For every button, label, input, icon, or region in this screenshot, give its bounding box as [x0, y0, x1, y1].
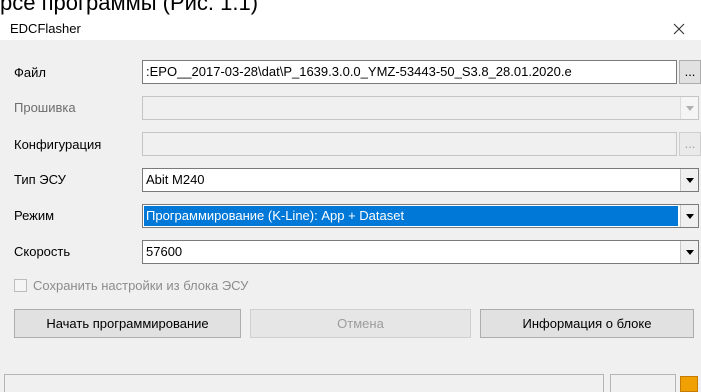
file-label: Файл — [14, 65, 46, 80]
chevron-down-icon — [685, 105, 694, 111]
config-label: Конфигурация — [14, 137, 102, 152]
ecu-type-value: Abit M240 — [146, 172, 205, 187]
mode-label: Режим — [14, 208, 55, 223]
status-panel-secondary — [610, 374, 676, 392]
background-doc-heading: рсе программы (Рис. 1.1) — [0, 0, 259, 15]
background-document-text: рсе программы (Рис. 1.1) — [0, 0, 701, 18]
firmware-dropdown-button[interactable] — [680, 97, 698, 119]
ecu-type-select[interactable]: Abit M240 — [142, 168, 699, 192]
config-browse-button[interactable]: ... — [679, 132, 701, 156]
start-programming-button[interactable]: Начать программирование — [14, 309, 241, 338]
mode-value: Программирование (K-Line): App + Dataset — [144, 206, 678, 226]
speed-value: 57600 — [146, 244, 183, 259]
firmware-label: Прошивка — [14, 100, 76, 115]
status-bar — [0, 374, 701, 392]
chevron-down-icon — [685, 213, 694, 219]
firmware-select[interactable] — [142, 96, 699, 120]
save-settings-checkbox[interactable] — [14, 279, 27, 292]
speed-label: Скорость — [14, 244, 71, 259]
close-icon — [673, 23, 685, 35]
speed-dropdown-button[interactable] — [680, 241, 698, 263]
mode-select[interactable]: Программирование (K-Line): App + Dataset — [142, 204, 699, 228]
window-titlebar: EDCFlasher — [0, 18, 701, 40]
window-title: EDCFlasher — [10, 21, 81, 36]
mode-dropdown-button[interactable] — [680, 205, 698, 227]
save-settings-row[interactable]: Сохранить настройки из блока ЭСУ — [14, 278, 248, 293]
speed-select[interactable]: 57600 — [142, 240, 699, 264]
file-browse-button[interactable]: ... — [679, 60, 701, 84]
file-path-field[interactable]: :EPO__2017-03-28\dat\P_1639.3.0.0_YMZ-53… — [142, 60, 677, 84]
config-field[interactable] — [142, 132, 677, 156]
close-button[interactable] — [657, 18, 701, 40]
chevron-down-icon — [685, 249, 694, 255]
ecu-type-dropdown-button[interactable] — [680, 169, 698, 191]
save-settings-label: Сохранить настройки из блока ЭСУ — [33, 278, 249, 293]
file-path-value: :EPO__2017-03-28\dat\P_1639.3.0.0_YMZ-53… — [146, 64, 572, 79]
status-indicator-icon — [680, 376, 698, 392]
cancel-button[interactable]: Отмена — [250, 309, 471, 338]
block-info-button[interactable]: Информация о блоке — [480, 309, 694, 338]
status-panel-main — [4, 374, 604, 392]
chevron-down-icon — [685, 177, 694, 183]
ecu-type-label: Тип ЭСУ — [14, 172, 66, 187]
